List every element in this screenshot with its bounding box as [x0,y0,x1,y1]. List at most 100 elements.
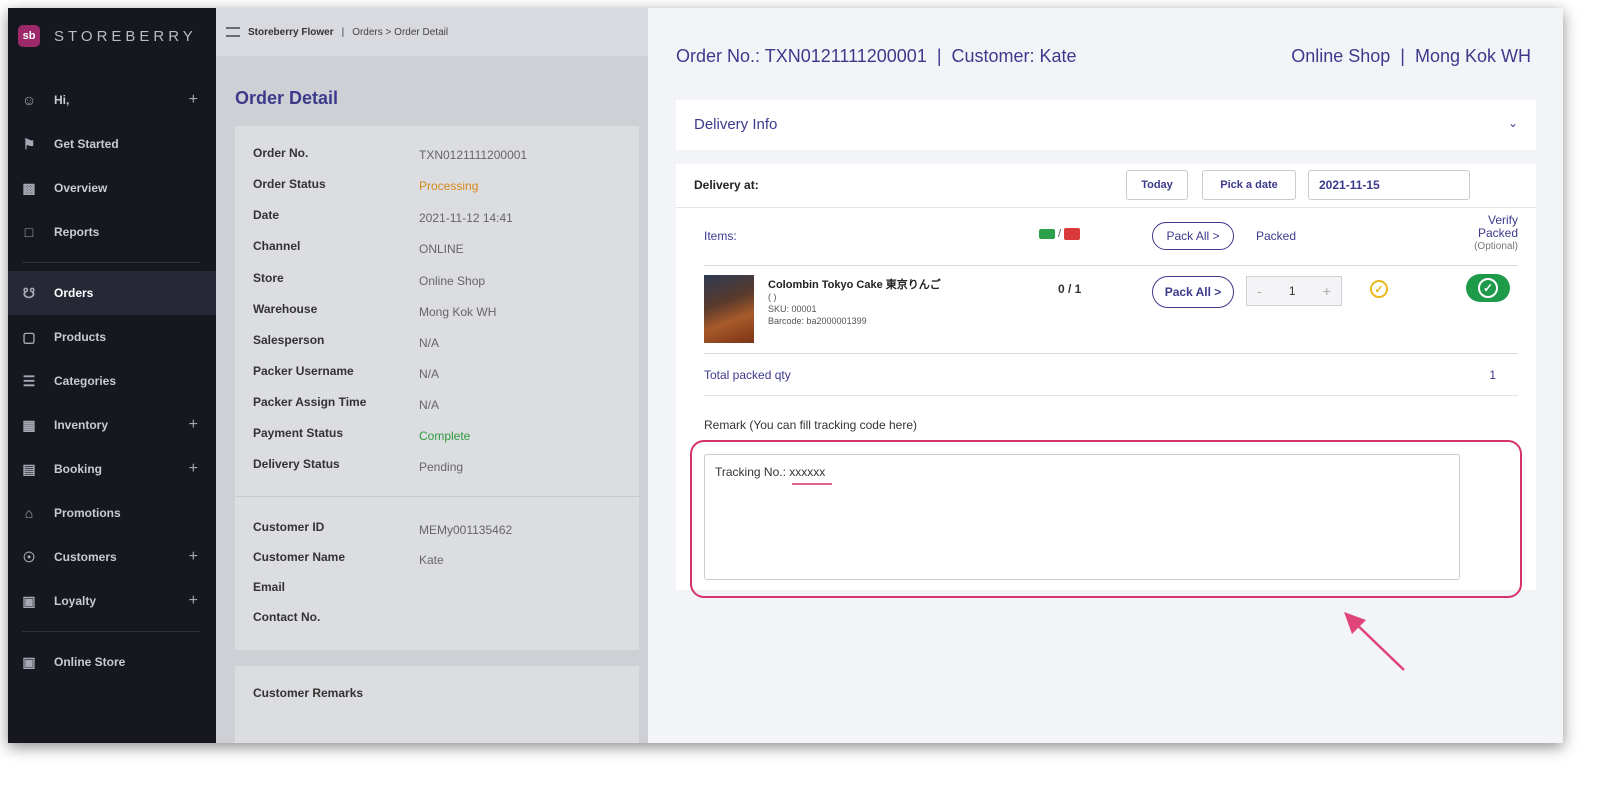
plus-icon[interactable]: + [189,460,198,478]
sidebar-item-label: Online Store [54,655,126,669]
packing-box: Delivery at: Today Pick a date 2021-11-1… [676,164,1536,598]
field-label: Payment Status [253,426,344,440]
sidebar-item-get-started[interactable]: ⚑ Get Started [8,122,216,166]
sidebar-item-label: Overview [54,181,108,195]
chevron-down-icon[interactable]: ⌄ [1508,116,1518,130]
sidebar-item-orders[interactable]: ☋ Orders [8,271,216,315]
plus-icon[interactable]: + [189,91,198,109]
sidebar-item-label: Get Started [54,137,119,151]
sidebar-item-greeting[interactable]: ☺ Hi, + [8,78,216,122]
quantity-stepper[interactable]: - 1 + [1246,276,1342,306]
order-detail-page: Storeberry Flower | Orders > Order Detai… [216,8,656,743]
truck-icon [1039,229,1055,239]
menu-icon[interactable] [226,27,240,37]
items-header: Items: / Pack All > Packed Verify Packed… [704,208,1518,266]
total-packed-label: Total packed qty [704,368,791,382]
field-value: TXN0121111200001 [419,148,528,162]
breadcrumb-separator: | [341,26,345,38]
panel-store-warehouse: Online Shop | Mong Kok WH [1291,46,1531,66]
sidebar-item-customers[interactable]: ☉ Customers + [8,535,216,579]
field-label: Email [253,580,286,594]
field-value: ONLINE [419,242,464,256]
plus-icon[interactable]: + [189,548,198,566]
items-label: Items: [704,229,737,243]
field-value: Online Shop [419,274,486,288]
increment-button[interactable]: + [1323,283,1331,299]
field-label: Order No. [253,146,309,160]
quantity-value[interactable]: 1 [1289,284,1296,298]
pick-date-button[interactable]: Pick a date [1202,170,1296,200]
sidebar-item-overview[interactable]: ▩ Overview [8,166,216,210]
field-value: Pending [419,460,464,474]
sidebar-item-products[interactable]: ▢ Products [8,315,216,359]
field-value: Mong Kok WH [419,305,497,319]
brand[interactable]: sb STOREBERRY [8,8,216,64]
product-variant: ( ) [768,292,777,302]
field-label: Store [253,271,284,285]
annotation-arrow-icon [1344,612,1405,671]
sidebar-item-reports[interactable]: □ Reports [8,210,216,254]
field-value: Kate [419,553,444,567]
delivery-at-label: Delivery at: [694,178,759,192]
delivery-date-input[interactable]: 2021-11-15 [1308,170,1470,200]
field-label: Order Status [253,177,326,191]
plus-icon[interactable]: + [189,592,198,610]
optional-label: (Optional) [1474,241,1518,252]
field-label: Warehouse [253,302,318,316]
page-title: Order Detail [235,88,339,108]
bag-icon: ▢ [22,328,36,345]
panel-title: Order No.: TXN0121111200001 | Customer: … [676,46,1077,66]
customer-remarks-title: Customer Remarks [253,686,364,700]
ticket-icon: ▣ [22,592,36,609]
sidebar-item-promotions[interactable]: ⌂ Promotions [8,491,216,535]
remark-textarea[interactable] [704,454,1460,580]
sidebar-item-inventory[interactable]: ▦ Inventory + [8,403,216,447]
decrement-button[interactable]: - [1257,283,1262,299]
field-value: N/A [419,398,440,412]
today-button[interactable]: Today [1126,170,1188,200]
field-label: Delivery Status [253,457,340,471]
product-barcode: Barcode: ba2000001399 [768,316,867,326]
pack-all-header-button[interactable]: Pack All > [1152,222,1234,250]
document-icon: □ [24,224,34,240]
sidebar-item-label: Loyalty [54,594,97,608]
pack-all-item-button[interactable]: Pack All > [1152,276,1234,308]
sidebar-item-label: Promotions [54,506,121,520]
sidebar-item-online-store[interactable]: ▣ Online Store [8,640,216,684]
store-icon: ▣ [22,653,36,670]
check-circle-icon[interactable]: ✓ [1370,280,1388,298]
delivery-info-accordion[interactable]: Delivery Info ⌄ [676,100,1536,150]
breadcrumb-path[interactable]: Orders > Order Detail [352,27,448,38]
flag-icon: ⚑ [22,135,36,152]
sidebar-item-label: Customers [54,550,117,564]
sidebar-item-label: Hi, [54,93,70,107]
product-thumbnail [704,275,754,343]
breadcrumb-store[interactable]: Storeberry Flower [248,27,334,38]
plus-icon[interactable]: + [189,416,198,434]
delivery-date-row: Delivery at: Today Pick a date 2021-11-1… [676,164,1536,208]
field-label: Salesperson [253,333,325,347]
breadcrumb: Storeberry Flower | Orders > Order Detai… [216,8,656,56]
user-icon: ☺ [21,92,37,108]
field-label: Customer Name [253,550,346,564]
sidebar-item-booking[interactable]: ▤ Booking + [8,447,216,491]
store-pickup-icon [1064,228,1081,240]
verify-packed-column-label: Verify Packed (Optional) [1474,214,1518,253]
sidebar-item-categories[interactable]: ☰ Categories [8,359,216,403]
order-status-value: Processing [419,179,479,193]
brand-name: STOREBERRY [54,27,197,45]
total-packed-value: 1 [1489,368,1496,382]
sidebar-item-loyalty[interactable]: ▣ Loyalty + [8,579,216,623]
verify-packed-toggle[interactable]: ✓ [1466,274,1510,302]
sidebar-item-label: Booking [54,462,102,476]
field-label: Contact No. [253,610,321,624]
check-circle-icon: ✓ [1478,278,1498,298]
field-value: N/A [419,336,440,350]
packed-ratio: 0 / 1 [1058,282,1082,296]
boxes-icon: ▦ [22,416,36,433]
product-sku: SKU: 00001 [768,304,817,314]
product-name: Colombin Tokyo Cake 東京りんご [768,279,941,291]
field-label: Packer Assign Time [253,395,367,409]
brand-logo: sb [18,25,40,47]
app-window: sb STOREBERRY ☺ Hi, + ⚑ Get Started ▩ Ov… [8,8,1563,743]
